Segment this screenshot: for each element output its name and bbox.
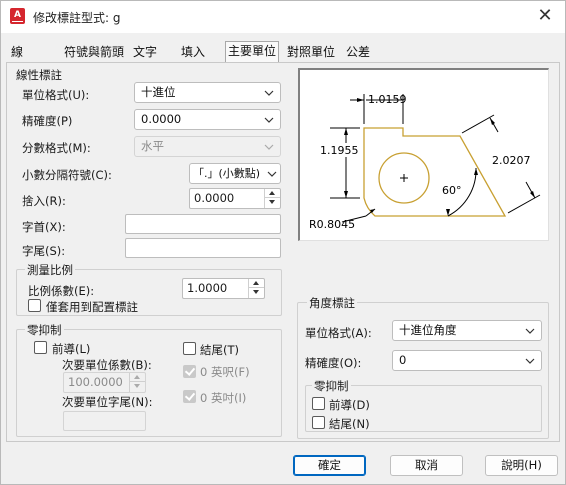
zero-inches-label: 0 英吋(I) — [200, 391, 247, 405]
sub-unit-suffix-label: 次要單位字尾(N): — [62, 395, 153, 409]
unit-format-label: 單位格式(U): — [22, 88, 90, 102]
arrow-up-icon — [134, 375, 140, 379]
scale-factor-spinner[interactable]: 1.0000 — [182, 278, 265, 299]
title-bar: A 修改標註型式: g ✕ — [1, 1, 565, 33]
angular-trailing-label: 結尾(N) — [329, 417, 370, 431]
preview-pane: 1.0159 1.1955 2.0207 60° R0.8045 — [298, 68, 549, 241]
tab-primary-units[interactable]: 主要單位 — [225, 41, 280, 62]
autocad-app-icon: A — [10, 8, 25, 24]
preview-dim-left: 1.1955 — [320, 144, 359, 157]
angular-zero-suppression-label: 零抑制 — [312, 378, 351, 394]
arrow-down-icon — [253, 290, 259, 294]
precision-select[interactable]: 0.0000 — [134, 109, 281, 130]
angular-leading-label: 前導(D) — [329, 398, 370, 412]
tab-lines[interactable]: 線 — [9, 43, 25, 63]
scale-factor-spin-buttons[interactable] — [248, 279, 264, 298]
chevron-down-icon — [264, 144, 274, 150]
zero-suppression-label: 零抑制 — [25, 322, 64, 338]
decimal-separator-select[interactable]: 「.」(小數點) — [189, 163, 281, 184]
chevron-down-icon — [267, 171, 277, 177]
prefix-label: 字首(X): — [22, 220, 66, 234]
scale-factor-label: 比例係數(E): — [28, 284, 95, 298]
close-icon[interactable]: ✕ — [533, 5, 557, 29]
leading-label: 前導(L) — [52, 342, 91, 356]
tab-text[interactable]: 文字 — [131, 43, 159, 63]
arrow-down-icon — [134, 384, 140, 388]
zero-feet-checkbox[interactable] — [183, 365, 196, 378]
chevron-down-icon — [264, 90, 274, 96]
leading-checkbox[interactable] — [34, 341, 47, 354]
arrow-up-icon — [253, 281, 259, 285]
angular-unit-format-label: 單位格式(A): — [305, 326, 372, 340]
angular-precision-label: 精確度(O): — [305, 356, 362, 370]
zero-inches-checkbox[interactable] — [183, 390, 196, 403]
primary-units-panel: 線性標註 單位格式(U): 十進位 精確度(P) 0.0000 分數格式(M):… — [6, 62, 560, 442]
suffix-label: 字尾(S): — [22, 244, 66, 258]
fraction-format-select[interactable]: 水平 — [134, 136, 281, 157]
tab-alternate-units[interactable]: 對照單位 — [285, 43, 337, 63]
round-off-label: 捨入(R): — [22, 194, 66, 208]
tab-symbols-arrows[interactable]: 符號與箭頭 — [62, 43, 126, 63]
layout-only-label: 僅套用到配置標註 — [46, 300, 138, 314]
chevron-down-icon — [264, 117, 274, 123]
dimension-preview-graphic: 1.0159 1.1955 2.0207 60° R0.8045 — [309, 93, 541, 231]
ok-button[interactable]: 確定 — [293, 455, 366, 476]
preview-dim-right: 2.0207 — [492, 154, 531, 167]
round-off-spinner[interactable]: 0.0000 — [189, 188, 281, 209]
tab-tolerances[interactable]: 公差 — [344, 43, 372, 63]
preview-dim-top: 1.0159 — [368, 93, 407, 106]
prefix-input[interactable] — [125, 214, 281, 234]
cancel-button[interactable]: 取消 — [390, 455, 463, 476]
zero-feet-label: 0 英呎(F) — [200, 365, 250, 379]
angular-precision-select[interactable]: 0 — [392, 350, 542, 371]
tab-fit[interactable]: 填入 — [179, 43, 207, 63]
chevron-down-icon — [525, 328, 535, 334]
fraction-format-label: 分數格式(M): — [22, 141, 91, 155]
sub-units-factor-label: 次要單位係數(B): — [62, 358, 152, 372]
dialog-title: 修改標註型式: g — [33, 11, 121, 25]
preview-dim-angle: 60° — [442, 184, 462, 197]
suffix-input[interactable] — [125, 238, 281, 258]
linear-dimensions-heading: 線性標註 — [16, 68, 62, 82]
round-off-spin-buttons[interactable] — [264, 189, 280, 208]
arrow-down-icon — [269, 200, 275, 204]
sub-units-factor-spinner[interactable]: 100.0000 — [63, 372, 146, 393]
unit-format-select[interactable]: 十進位 — [134, 82, 281, 103]
sub-units-factor-spin-buttons[interactable] — [129, 373, 145, 392]
measurement-scale-label: 測量比例 — [25, 262, 75, 278]
dialog-window: A 修改標註型式: g ✕ 線 符號與箭頭 文字 填入 主要單位 對照單位 公差… — [0, 0, 566, 485]
arrow-up-icon — [269, 191, 275, 195]
chevron-down-icon — [525, 358, 535, 364]
preview-dim-radius: R0.8045 — [309, 218, 355, 231]
decimal-separator-label: 小數分隔符號(C): — [22, 168, 112, 182]
angular-dimensions-label: 角度標註 — [307, 295, 357, 311]
trailing-checkbox[interactable] — [183, 342, 196, 355]
help-button[interactable]: 說明(H) — [485, 455, 558, 476]
layout-only-checkbox[interactable] — [28, 299, 41, 312]
sub-unit-suffix-input[interactable] — [63, 411, 146, 431]
angular-unit-format-select[interactable]: 十進位角度 — [392, 320, 542, 341]
precision-label: 精確度(P) — [22, 114, 73, 128]
angular-trailing-checkbox[interactable] — [312, 416, 325, 429]
angular-leading-checkbox[interactable] — [312, 397, 325, 410]
trailing-label: 結尾(T) — [200, 343, 239, 357]
